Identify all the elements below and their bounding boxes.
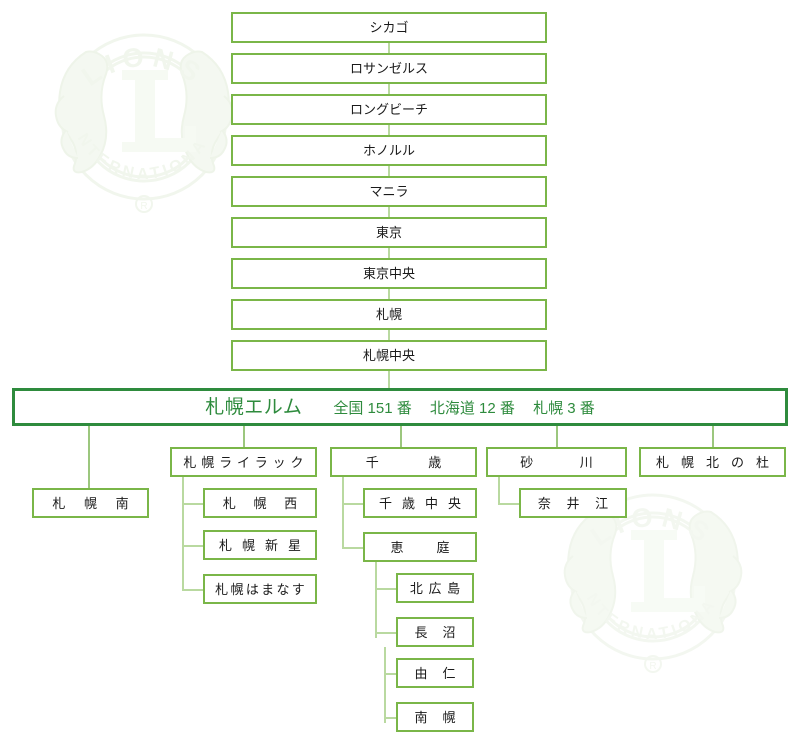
chain-node-label: 札幌 bbox=[375, 307, 402, 322]
branch-drop-connector bbox=[243, 426, 245, 447]
child-spine bbox=[342, 477, 344, 549]
branch-drop-connector bbox=[556, 426, 558, 447]
branch-drop-connector bbox=[712, 426, 714, 447]
node-sapporo-minami[interactable]: 札幌南 bbox=[32, 488, 149, 518]
child-stub bbox=[182, 589, 203, 591]
chain-connector bbox=[388, 207, 390, 217]
chain-connector bbox=[388, 125, 390, 135]
chain-connector bbox=[388, 43, 390, 53]
chain-node-honolulu[interactable]: ホノルル bbox=[231, 135, 547, 166]
chain-node-chicago[interactable]: シカゴ bbox=[231, 12, 547, 43]
chain-node-label: ロサンゼルス bbox=[349, 61, 428, 76]
child-stub bbox=[375, 632, 396, 634]
rank-sapporo: 札幌 3 番 bbox=[533, 399, 595, 417]
node-chitose-chuo[interactable]: 千歳中央 bbox=[363, 488, 477, 518]
node-sapporo-lilac[interactable]: 札幌ライラック bbox=[170, 447, 317, 477]
node-label: 札幌南 bbox=[52, 495, 129, 511]
node-label: 北広島 bbox=[409, 580, 461, 596]
child-spine bbox=[498, 477, 500, 503]
node-naganuma[interactable]: 長沼 bbox=[396, 617, 474, 647]
node-sapporo-kitanomori[interactable]: 札幌北の杜 bbox=[639, 447, 786, 477]
child-stub bbox=[384, 717, 396, 719]
main-club-ranks: 全国 151 番 北海道 12 番 札幌 3 番 bbox=[333, 400, 594, 417]
watermark-top-text: LIONS bbox=[76, 42, 204, 92]
node-label: 奈井江 bbox=[537, 495, 609, 511]
node-naie[interactable]: 奈井江 bbox=[519, 488, 627, 518]
chain-connector bbox=[388, 330, 390, 340]
lions-emblem-watermark-top: LIONS INTERNATIONAL R bbox=[37, 0, 244, 297]
node-sapporo-hamanasu[interactable]: 札幌はまなす bbox=[203, 574, 317, 604]
svg-text:R: R bbox=[140, 201, 147, 212]
chain-node-label: ロングビーチ bbox=[349, 102, 428, 117]
chain-connector bbox=[388, 248, 390, 258]
child-spine bbox=[384, 647, 386, 723]
child-spine bbox=[375, 562, 377, 638]
chain-connector bbox=[388, 289, 390, 299]
main-club-inner: 札幌エルム 全国 151 番 北海道 12 番 札幌 3 番 bbox=[205, 398, 595, 417]
node-sapporo-nishi[interactable]: 札幌西 bbox=[203, 488, 317, 518]
chain-node-long-beach[interactable]: ロングビーチ bbox=[231, 94, 547, 125]
child-stub bbox=[182, 503, 203, 505]
lions-club-sponsor-chart: LIONS INTERNATIONAL R bbox=[0, 0, 800, 745]
node-label: 札幌はまなす bbox=[215, 581, 305, 597]
chain-node-label: 札幌中央 bbox=[362, 348, 415, 363]
main-club-title: 札幌エルム bbox=[205, 396, 303, 418]
node-label: 恵庭 bbox=[390, 539, 450, 555]
rank-national: 全国 151 番 bbox=[333, 399, 412, 417]
chain-node-label: マニラ bbox=[369, 184, 409, 199]
chain-connector bbox=[388, 371, 390, 389]
main-club-box[interactable]: 札幌エルム 全国 151 番 北海道 12 番 札幌 3 番 bbox=[12, 388, 788, 426]
chain-node-label: ホノルル bbox=[362, 143, 415, 158]
node-label: 由仁 bbox=[414, 665, 456, 681]
branch-drop-connector bbox=[400, 426, 402, 447]
node-label: 長沼 bbox=[414, 624, 456, 640]
node-label: 札幌北の杜 bbox=[655, 454, 769, 470]
node-label: 千歳 bbox=[365, 454, 442, 470]
chain-node-manila[interactable]: マニラ bbox=[231, 176, 547, 207]
child-stub bbox=[384, 673, 396, 675]
child-stub bbox=[375, 588, 396, 590]
chain-node-label: シカゴ bbox=[369, 20, 409, 35]
chain-node-label: 東京 bbox=[375, 225, 402, 240]
chain-node-sapporo-chuo[interactable]: 札幌中央 bbox=[231, 340, 547, 371]
node-label: 南幌 bbox=[414, 709, 456, 725]
watermark-bottom-text: INTERNATIONAL bbox=[37, 0, 207, 183]
svg-text:R: R bbox=[649, 661, 656, 672]
chain-node-label: 東京中央 bbox=[362, 266, 415, 281]
svg-text:INTERNATIONAL: INTERNATIONAL bbox=[44, 0, 211, 183]
branch-drop-connector bbox=[88, 426, 90, 488]
chain-connector bbox=[388, 84, 390, 94]
chain-node-tokyo-chuo[interactable]: 東京中央 bbox=[231, 258, 547, 289]
chain-node-tokyo[interactable]: 東京 bbox=[231, 217, 547, 248]
node-label: 砂川 bbox=[520, 454, 593, 470]
child-stub bbox=[498, 503, 519, 505]
chain-node-los-angeles[interactable]: ロサンゼルス bbox=[231, 53, 547, 84]
node-label: 千歳中央 bbox=[378, 495, 461, 511]
node-chitose[interactable]: 千歳 bbox=[330, 447, 477, 477]
rank-hokkaido: 北海道 12 番 bbox=[429, 399, 515, 417]
child-stub bbox=[342, 547, 363, 549]
child-stub bbox=[182, 545, 203, 547]
node-label: 札幌西 bbox=[222, 495, 298, 511]
node-sunagawa[interactable]: 砂川 bbox=[486, 447, 627, 477]
child-spine bbox=[182, 477, 184, 591]
node-yuni[interactable]: 由仁 bbox=[396, 658, 474, 688]
node-label: 札幌新星 bbox=[218, 537, 301, 553]
chain-node-sapporo[interactable]: 札幌 bbox=[231, 299, 547, 330]
chain-connector bbox=[388, 166, 390, 176]
node-sapporo-shinsei[interactable]: 札幌新星 bbox=[203, 530, 317, 560]
node-kitahiroshima[interactable]: 北広島 bbox=[396, 573, 474, 603]
child-stub bbox=[342, 503, 363, 505]
node-label: 札幌ライラック bbox=[183, 454, 304, 470]
svg-text:INTERNATIONAL: INTERNATIONAL bbox=[546, 452, 720, 643]
node-nanporo[interactable]: 南幌 bbox=[396, 702, 474, 732]
node-eniwa[interactable]: 恵庭 bbox=[363, 532, 477, 562]
svg-text:LIONS: LIONS bbox=[76, 42, 211, 92]
